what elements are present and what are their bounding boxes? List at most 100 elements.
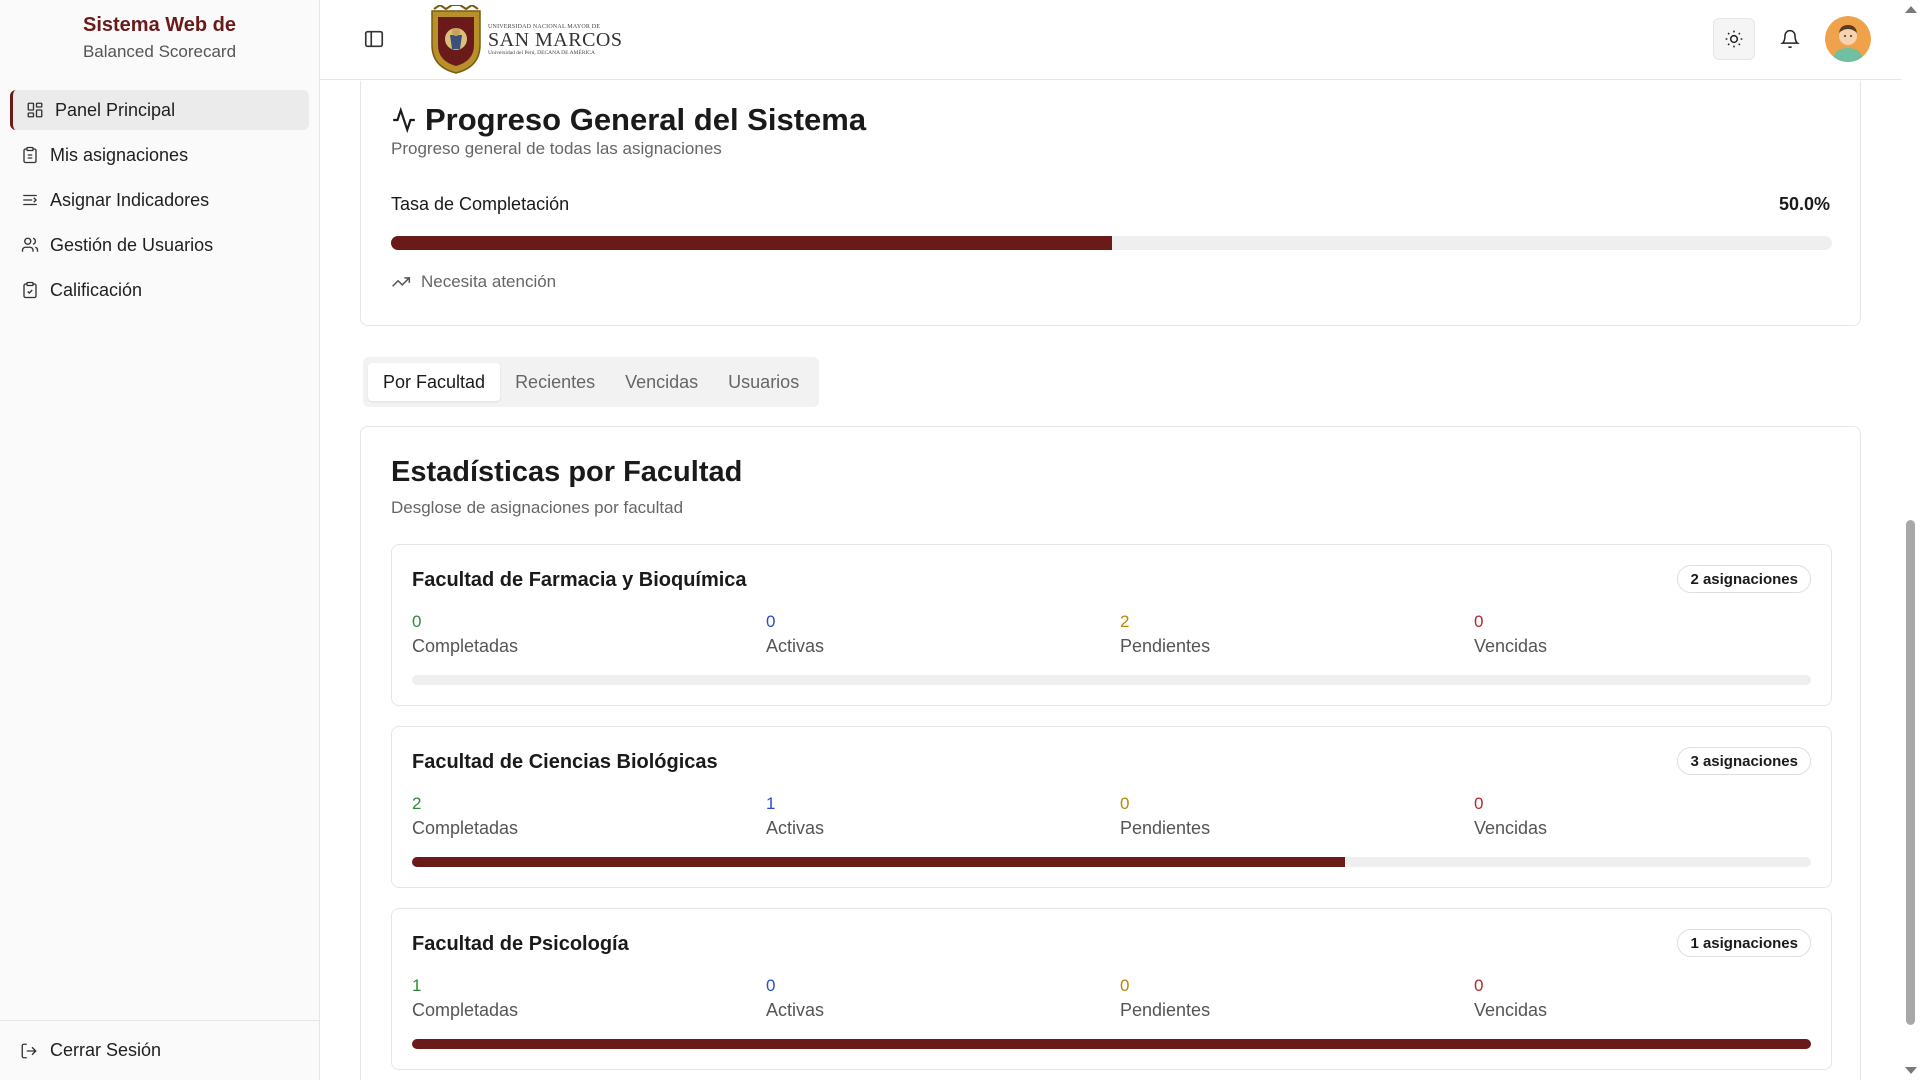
stat-pending: 0 Pendientes bbox=[1120, 793, 1210, 841]
stat-completed: 0 Completadas bbox=[412, 611, 518, 659]
stat-completed-label: Completadas bbox=[412, 636, 519, 656]
stat-pending-label: Pendientes bbox=[1120, 1000, 1211, 1020]
stat-active: 0 Activas bbox=[766, 975, 824, 1023]
sidebar: Sistema Web de Balanced Scorecard Panel … bbox=[0, 0, 320, 1080]
dashboard-icon bbox=[25, 100, 45, 120]
stat-completed-value: 1 bbox=[412, 976, 422, 995]
stat-overdue-value: 0 bbox=[1474, 976, 1484, 995]
clipboard-icon bbox=[20, 145, 40, 165]
progress-status-text: Necesita atención bbox=[421, 272, 557, 291]
logout-button[interactable]: Cerrar Sesión bbox=[0, 1020, 319, 1080]
faculty-card: Facultad de Farmacia y Bioquímica 2 asig… bbox=[391, 544, 1832, 706]
tab-usuarios[interactable]: Usuarios bbox=[713, 363, 814, 401]
faculty-progress-fill bbox=[412, 1039, 1811, 1049]
completion-progress-bar bbox=[391, 236, 1832, 250]
stat-completed-label: Completadas bbox=[412, 1000, 519, 1020]
theme-toggle-button[interactable] bbox=[1713, 18, 1755, 60]
stat-pending-value: 2 bbox=[1120, 612, 1130, 631]
tab-vencidas[interactable]: Vencidas bbox=[610, 363, 713, 401]
faculty-card: Facultad de Psicología 1 asignaciones 1 … bbox=[391, 908, 1832, 1070]
brand: Sistema Web de Balanced Scorecard bbox=[0, 0, 319, 80]
activity-icon bbox=[393, 107, 415, 133]
faculty-progress-bar bbox=[412, 1039, 1811, 1049]
stat-overdue: 0 Vencidas bbox=[1474, 793, 1547, 841]
scroll-thumb[interactable] bbox=[1906, 520, 1915, 1025]
stat-completed-label: Completadas bbox=[412, 818, 519, 838]
stat-overdue-value: 0 bbox=[1474, 612, 1484, 631]
sidebar-item-label: Mis asignaciones bbox=[50, 144, 189, 165]
stat-overdue-label: Vencidas bbox=[1474, 1000, 1548, 1020]
brand-title: Sistema Web de bbox=[82, 14, 237, 36]
tab-recientes[interactable]: Recientes bbox=[500, 363, 610, 401]
stat-overdue: 0 Vencidas bbox=[1474, 611, 1547, 659]
stat-pending-label: Pendientes bbox=[1120, 818, 1211, 838]
university-logo: UNIVERSIDAD NACIONAL MAYOR DE SAN MARCOS… bbox=[426, 4, 622, 76]
faculty-stats-subtitle: Desglose de asignaciones por facultad bbox=[391, 498, 684, 517]
faculty-progress-fill bbox=[412, 857, 1346, 867]
completion-rate-label: Tasa de Completación bbox=[391, 194, 570, 214]
sidebar-item-mis-asignaciones[interactable]: Mis asignaciones bbox=[10, 135, 309, 175]
stat-active-value: 0 bbox=[766, 976, 776, 995]
users-icon bbox=[20, 235, 40, 255]
sidebar-item-asignar-indicadores[interactable]: Asignar Indicadores bbox=[10, 180, 309, 220]
stat-completed: 1 Completadas bbox=[412, 975, 518, 1023]
faculty-card: Facultad de Ciencias Biológicas 3 asigna… bbox=[391, 726, 1832, 888]
stat-overdue-label: Vencidas bbox=[1474, 818, 1548, 838]
faculty-name: Facultad de Psicología bbox=[412, 933, 629, 955]
sun-icon bbox=[1725, 30, 1743, 48]
assignments-badge: 3 asignaciones bbox=[1677, 747, 1811, 775]
progress-status: Necesita atención bbox=[391, 272, 556, 292]
avatar[interactable] bbox=[1825, 16, 1871, 62]
sidebar-item-label: Asignar Indicadores bbox=[50, 189, 210, 210]
stat-pending: 2 Pendientes bbox=[1120, 611, 1210, 659]
stat-completed: 2 Completadas bbox=[412, 793, 518, 841]
sidebar-item-label: Calificación bbox=[50, 279, 143, 300]
tab-list: Por Facultad Recientes Vencidas Usuarios bbox=[363, 357, 820, 407]
stat-active-value: 0 bbox=[766, 612, 776, 631]
sidebar-nav: Panel Principal Mis asignaciones Asignar… bbox=[0, 80, 319, 310]
stat-pending-value: 0 bbox=[1120, 794, 1130, 813]
progress-heading: Progreso General del Sistema bbox=[391, 102, 866, 138]
stat-active-label: Activas bbox=[766, 636, 825, 656]
faculty-progress-bar bbox=[412, 675, 1811, 685]
tab-por-facultad[interactable]: Por Facultad bbox=[368, 363, 501, 401]
stat-pending-label: Pendientes bbox=[1120, 636, 1211, 656]
logout-icon bbox=[21, 1043, 37, 1058]
logout-label: Cerrar Sesión bbox=[50, 1040, 162, 1060]
top-header: UNIVERSIDAD NACIONAL MAYOR DE SAN MARCOS… bbox=[320, 0, 1901, 80]
scroll-down-arrow[interactable] bbox=[1905, 1067, 1917, 1074]
stat-active-label: Activas bbox=[766, 1000, 825, 1020]
stat-active-label: Activas bbox=[766, 818, 825, 838]
brand-subtitle: Balanced Scorecard bbox=[82, 42, 237, 61]
clipboard-check-icon bbox=[20, 280, 40, 300]
assignments-badge: 2 asignaciones bbox=[1677, 565, 1811, 593]
university-seal-icon bbox=[431, 5, 481, 74]
sidebar-item-panel-principal[interactable]: Panel Principal bbox=[10, 90, 309, 130]
stat-active: 0 Activas bbox=[766, 611, 824, 659]
page-scrollbar[interactable] bbox=[1901, 0, 1920, 1080]
panel-toggle-icon bbox=[364, 30, 384, 48]
completion-progress-fill bbox=[391, 236, 1112, 250]
list-indent-icon bbox=[20, 190, 40, 210]
logo-bottom-text: Universidad del Perú, DECANA DE AMÉRICA bbox=[488, 50, 595, 56]
completion-rate-value: 50.0% bbox=[1778, 194, 1830, 214]
logo-main-text: SAN MARCOS bbox=[488, 29, 623, 51]
stat-completed-value: 0 bbox=[412, 612, 422, 631]
faculty-stats-title: Estadísticas por Facultad bbox=[391, 456, 743, 488]
sidebar-item-gestion-usuarios[interactable]: Gestión de Usuarios bbox=[10, 225, 309, 265]
sidebar-item-label: Panel Principal bbox=[55, 99, 176, 120]
stat-overdue-label: Vencidas bbox=[1474, 636, 1548, 656]
stat-completed-value: 2 bbox=[412, 794, 422, 813]
sidebar-item-calificacion[interactable]: Calificación bbox=[10, 270, 309, 310]
faculty-stats-card: Estadísticas por Facultad Desglose de as… bbox=[360, 426, 1861, 1080]
stat-active: 1 Activas bbox=[766, 793, 824, 841]
faculty-name: Facultad de Ciencias Biológicas bbox=[412, 751, 718, 773]
notifications-button[interactable] bbox=[1769, 18, 1811, 60]
stat-overdue-value: 0 bbox=[1474, 794, 1484, 813]
faculty-name: Facultad de Farmacia y Bioquímica bbox=[412, 569, 747, 591]
sidebar-item-label: Gestión de Usuarios bbox=[50, 234, 214, 255]
system-progress-card: Progreso General del Sistema Progreso ge… bbox=[360, 81, 1861, 326]
scroll-up-arrow[interactable] bbox=[1905, 6, 1917, 13]
assignments-badge: 1 asignaciones bbox=[1677, 929, 1811, 957]
panel-toggle-button[interactable] bbox=[363, 28, 387, 52]
